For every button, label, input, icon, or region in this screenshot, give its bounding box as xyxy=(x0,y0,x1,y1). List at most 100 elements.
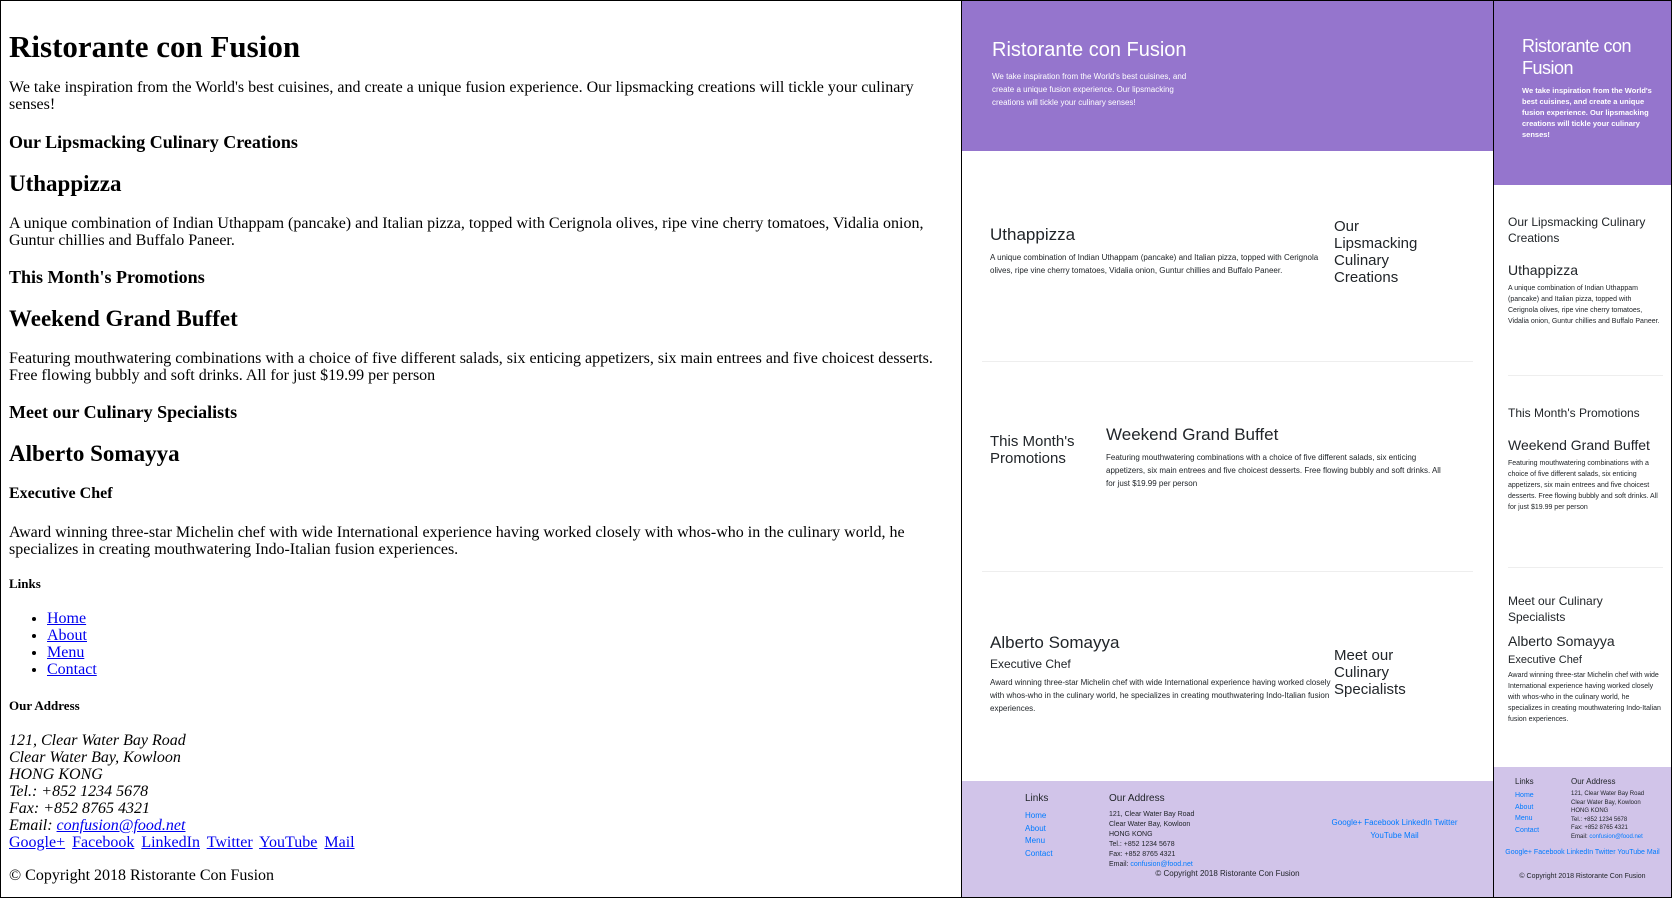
email-link[interactable]: confusion@food.net xyxy=(1589,834,1642,840)
address-line: 121, Clear Water Bay Road xyxy=(1109,811,1195,818)
address-heading: Our Address xyxy=(1109,793,1165,804)
leader-section-heading: Meet our Culinary Specialists xyxy=(1334,647,1406,698)
link-home[interactable]: Home xyxy=(47,610,86,627)
fax: Fax: +852 8765 4321 xyxy=(1109,851,1176,858)
copyright: © Copyright 2018 Ristorante Con Fusion xyxy=(1519,873,1646,880)
link-home[interactable]: Home xyxy=(1515,792,1534,799)
link-contact[interactable]: Contact xyxy=(1515,827,1539,834)
twitter-link[interactable]: Twitter xyxy=(207,834,253,851)
bootstrap-narrow-view: Ristorante con Fusion We take inspiratio… xyxy=(1493,0,1672,898)
list-item: Contact xyxy=(1025,848,1053,861)
email-link[interactable]: confusion@food.net xyxy=(57,817,186,834)
linkedin-link[interactable]: LinkedIn xyxy=(141,834,200,851)
bootstrap-medium-view: Ristorante con Fusion We take inspiratio… xyxy=(961,0,1494,898)
list-item: Menu xyxy=(47,644,953,661)
list-item: About xyxy=(47,627,953,644)
jumbotron: Ristorante con Fusion We take inspiratio… xyxy=(1494,1,1671,185)
mail-link[interactable]: Mail xyxy=(1647,849,1660,856)
jumbotron: Ristorante con Fusion We take inspiratio… xyxy=(962,1,1493,151)
list-item: Menu xyxy=(1515,813,1539,825)
address-line: Clear Water Bay, Kowloon xyxy=(1571,799,1641,806)
link-about[interactable]: About xyxy=(1025,824,1046,833)
promotion-name: Weekend Grand Buffet xyxy=(1106,425,1279,444)
site-tagline: We take inspiration from the World's bes… xyxy=(992,72,1187,107)
youtube-link[interactable]: YouTube xyxy=(259,834,317,851)
dish-media: Uthappizza A unique combination of India… xyxy=(990,225,1335,277)
google-plus-link[interactable]: Google+ xyxy=(1332,818,1362,827)
email-label: Email: xyxy=(1109,861,1131,868)
google-plus-link[interactable]: Google+ xyxy=(9,834,65,851)
promotion-section: This Month's Promotions Weekend Grand Bu… xyxy=(1508,375,1663,568)
link-about[interactable]: About xyxy=(47,627,87,644)
leader-description: Award winning three-star Michelin chef w… xyxy=(9,524,905,558)
site-title: Ristorante con Fusion xyxy=(9,29,301,64)
phone: Tel.: +852 1234 5678 xyxy=(1571,816,1628,823)
links-heading: Links xyxy=(1515,777,1534,786)
dish-name: Uthappizza xyxy=(1508,262,1579,278)
link-contact[interactable]: Contact xyxy=(47,661,97,678)
leader-name: Alberto Somayya xyxy=(990,633,1120,652)
list-item: Home xyxy=(1025,810,1053,823)
social-links: Google+ Facebook LinkedIn Twitter YouTub… xyxy=(1498,847,1667,858)
promotion-row: This Month's Promotions Weekend Grand Bu… xyxy=(982,361,1473,572)
google-plus-link[interactable]: Google+ xyxy=(1505,849,1532,856)
leader-description: Award winning three-star Michelin chef w… xyxy=(1508,672,1661,723)
promotion-section-heading: This Month's Promotions xyxy=(1508,406,1640,420)
link-contact[interactable]: Contact xyxy=(1025,849,1053,858)
address-line: HONG KONG xyxy=(1109,831,1153,838)
linkedin-link[interactable]: LinkedIn xyxy=(1402,818,1432,827)
site-tagline: We take inspiration from the World's bes… xyxy=(9,79,914,113)
facebook-link[interactable]: Facebook xyxy=(1534,849,1565,856)
leader-name: Alberto Somayya xyxy=(9,441,180,466)
address-line: Clear Water Bay, Kowloon xyxy=(1109,821,1191,828)
promotion-section-heading: This Month's Promotions xyxy=(9,267,205,287)
mail-link[interactable]: Mail xyxy=(324,834,354,851)
link-menu[interactable]: Menu xyxy=(1025,836,1045,845)
promotion-description: Featuring mouthwatering combinations wit… xyxy=(1508,460,1658,511)
leader-section-heading: Meet our Culinary Specialists xyxy=(1508,594,1603,624)
link-about[interactable]: About xyxy=(1515,804,1533,811)
promotion-description: Featuring mouthwatering combinations wit… xyxy=(1106,453,1441,488)
list-item: Home xyxy=(1515,790,1539,802)
mail-link[interactable]: Mail xyxy=(1404,831,1419,840)
promotion-media: Weekend Grand Buffet Featuring mouthwate… xyxy=(1106,425,1451,490)
address-heading: Our Address xyxy=(1571,777,1616,786)
dish-row: Uthappizza A unique combination of India… xyxy=(982,151,1473,362)
dish-section-heading: Our Lipsmacking Culinary Creations xyxy=(9,132,298,152)
address-heading: Our Address xyxy=(9,698,80,713)
fax: Fax: +852 8765 4321 xyxy=(9,800,150,817)
promotion-description: Featuring mouthwatering combinations wit… xyxy=(9,350,933,384)
dish-name: Uthappizza xyxy=(990,225,1076,244)
social-links: Google+ Facebook LinkedIn Twitter YouTub… xyxy=(9,834,953,851)
dish-section: Our Lipsmacking Culinary Creations Uthap… xyxy=(1508,185,1663,376)
twitter-link[interactable]: Twitter xyxy=(1434,818,1458,827)
list-item: Menu xyxy=(1025,835,1053,848)
leader-designation: Executive Chef xyxy=(990,657,1071,671)
leader-section-heading: Meet our Culinary Specialists xyxy=(9,402,238,422)
links-list: Home About Menu Contact xyxy=(1515,790,1539,836)
link-menu[interactable]: Menu xyxy=(1515,815,1533,822)
address-block: 121, Clear Water Bay Road Clear Water Ba… xyxy=(1109,810,1194,870)
link-home[interactable]: Home xyxy=(1025,811,1046,820)
list-item: Contact xyxy=(1515,825,1539,837)
unstyled-view: Ristorante con Fusion We take inspiratio… xyxy=(0,0,962,898)
link-menu[interactable]: Menu xyxy=(47,644,84,661)
twitter-link[interactable]: Twitter xyxy=(1595,849,1616,856)
phone: Tel.: +852 1234 5678 xyxy=(9,783,149,800)
leader-description: Award winning three-star Michelin chef w… xyxy=(990,678,1331,713)
dish-description: A unique combination of Indian Uthappam … xyxy=(9,215,924,249)
fax: Fax: +852 8765 4321 xyxy=(1571,825,1628,831)
list-item: Home xyxy=(47,610,953,627)
email-link[interactable]: confusion@food.net xyxy=(1130,861,1192,868)
facebook-link[interactable]: Facebook xyxy=(1364,818,1399,827)
links-heading: Links xyxy=(1025,793,1049,804)
linkedin-link[interactable]: LinkedIn xyxy=(1567,849,1593,856)
youtube-link[interactable]: YouTube xyxy=(1617,849,1645,856)
youtube-link[interactable]: YouTube xyxy=(1370,831,1401,840)
email-label: Email: xyxy=(1571,833,1590,840)
footer: Links Home About Menu Contact Our Addres… xyxy=(962,781,1493,897)
links-list: Home About Menu Contact xyxy=(9,610,953,678)
footer-links: Links Home About Menu Contact xyxy=(1515,777,1539,836)
facebook-link[interactable]: Facebook xyxy=(72,834,134,851)
address-line: HONG KONG xyxy=(9,766,103,783)
